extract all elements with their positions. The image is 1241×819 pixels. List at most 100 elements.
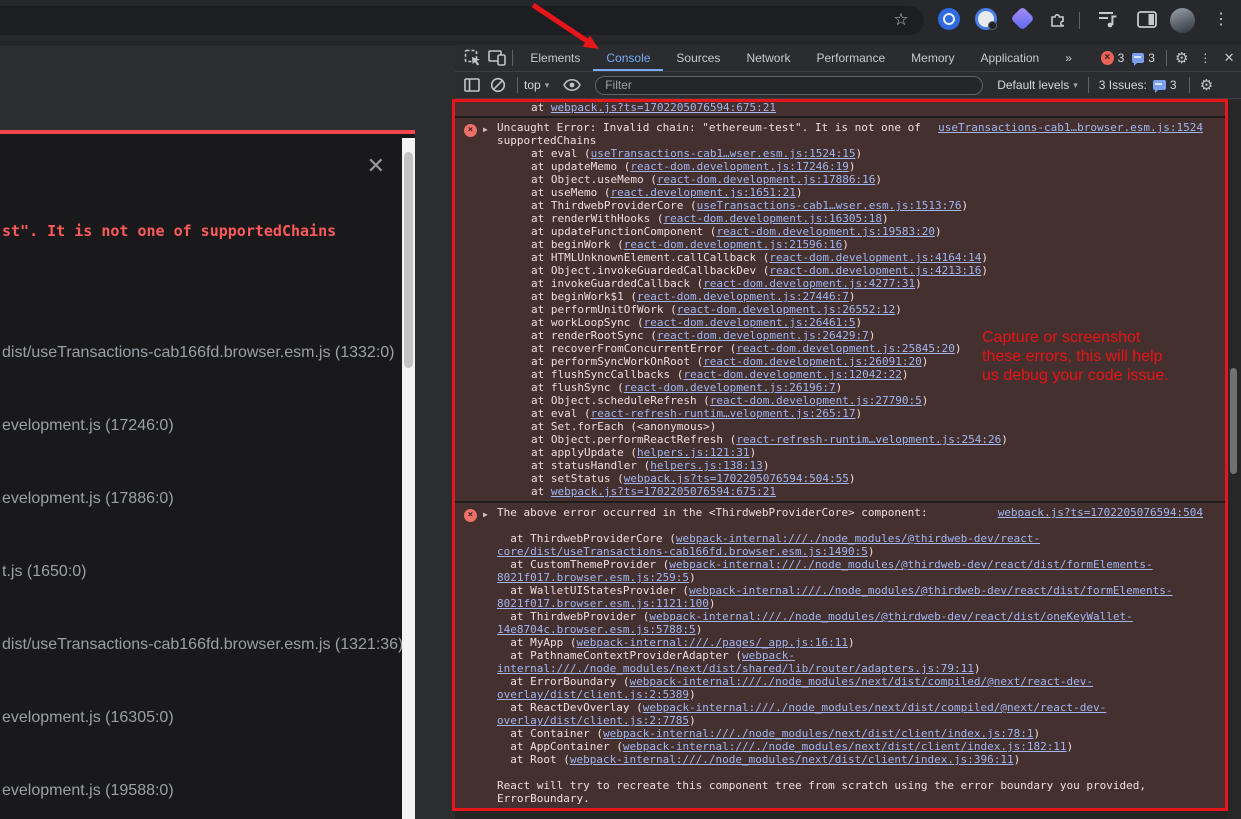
stack-frame-link[interactable]: react-dom.development.js:26461:5 (644, 316, 856, 329)
stack-frame-link[interactable]: react-dom.development.js:12042:22 (683, 368, 902, 381)
console-stack-line: at webpack.js?ts=1702205076594:675:21 (497, 101, 1203, 114)
expand-triangle-icon[interactable]: ▶ (483, 123, 488, 136)
stack-frame-link[interactable]: react-dom.development.js:26429:7 (657, 329, 869, 342)
console-error-group-1: × ▶ useTransactions-cab1…browser.esm.js:… (455, 116, 1241, 501)
more-tabs-chevron[interactable]: » (1052, 45, 1085, 71)
devtools-tab-application[interactable]: Application (968, 45, 1053, 71)
devtools-tab-sources[interactable]: Sources (663, 45, 733, 71)
inspect-element-icon[interactable] (461, 45, 485, 71)
overlay-scrollbar-thumb[interactable] (404, 152, 413, 368)
stack-frame-link[interactable]: react-dom.development.js:27790:5 (710, 394, 922, 407)
source-location-link[interactable]: useTransactions-cab1…browser.esm.js:1524 (938, 121, 1203, 134)
media-controls-icon[interactable] (1098, 11, 1118, 29)
stack-frame-link[interactable]: react-dom.development.js:26196:7 (624, 381, 836, 394)
stack-frame-link[interactable]: react-dom.development.js:27446:7 (637, 290, 849, 303)
console-stack-line: at invokeGuardedCallback (react-dom.deve… (497, 277, 1203, 290)
stack-frame-link[interactable]: react.development.js:1651:21 (610, 186, 795, 199)
stack-frame-link[interactable]: webpack-internal:///./node_modules/next/… (623, 740, 1067, 753)
console-stack-line: ErrorBoundary. (497, 792, 1203, 805)
device-toolbar-icon[interactable] (485, 45, 509, 71)
log-levels-selector[interactable]: Default levels (997, 78, 1069, 92)
stack-frame-link[interactable]: useTransactions-cab1…wser.esm.js:1524:15 (591, 147, 856, 160)
error-count-badge-icon[interactable]: × (1101, 51, 1114, 65)
devtools-tab-performance[interactable]: Performance (803, 45, 898, 71)
console-stack-line: at eval (react-refresh-runtim…velopment.… (497, 407, 1203, 420)
stack-frame-link[interactable]: react-dom.development.js:26552:12 (677, 303, 896, 316)
console-stack-line: at PathnameContextProviderAdapter (webpa… (497, 649, 1203, 675)
stack-frame-link[interactable]: react-dom.development.js:4277:31 (703, 277, 915, 290)
issues-bubble-icon[interactable] (1132, 53, 1144, 63)
extension-browser-icon[interactable] (975, 8, 997, 30)
console-sidebar-icon[interactable] (459, 72, 485, 98)
stack-frame-link[interactable]: react-dom.development.js:25845:20 (736, 342, 955, 355)
devtools-tab-memory[interactable]: Memory (898, 45, 967, 71)
overlay-close-icon[interactable]: ✕ (367, 155, 385, 177)
console-stack-line: at applyUpdate (helpers.js:121:31) (497, 446, 1203, 459)
live-expression-eye-icon[interactable] (559, 72, 585, 98)
profile-avatar[interactable] (1170, 8, 1195, 33)
overlay-scrollbar-track[interactable] (402, 138, 415, 819)
webpage-background: ✕ st". It is not one of supportedChains … (0, 41, 455, 819)
devtools-settings-gear-icon[interactable]: ⚙ (1170, 45, 1194, 71)
bookmark-star-icon[interactable]: ☆ (892, 11, 910, 29)
stack-frame-link[interactable]: react-refresh-runtim…velopment.js:254:26 (736, 433, 1001, 446)
console-stack-line: at updateFunctionComponent (react-dom.de… (497, 225, 1203, 238)
stack-frame-link[interactable]: webpack-internal:///./node_modules/@thir… (497, 558, 1153, 584)
stack-frame-link[interactable]: helpers.js:121:31 (637, 446, 750, 459)
source-location-link[interactable]: webpack.js?ts=1702205076594:504 (998, 506, 1203, 519)
stack-frame-link[interactable]: react-dom.development.js:26091:20 (703, 355, 922, 368)
console-stack-line: at HTMLUnknownElement.callCallback (reac… (497, 251, 1203, 264)
toolbar-separator (1079, 12, 1080, 29)
devtools-tab-console[interactable]: Console (593, 45, 663, 71)
stack-frame-link[interactable]: webpack-internal:///./node_modules/next/… (497, 649, 974, 675)
expand-triangle-icon-2[interactable]: ▶ (483, 508, 488, 521)
stack-frame-link[interactable]: react-dom.development.js:17886:16 (657, 173, 876, 186)
extension-wallet-icon[interactable] (1010, 6, 1034, 30)
devtools-scrollbar-track[interactable] (1227, 99, 1241, 819)
stack-frame-link[interactable]: webpack-internal:///./node_modules/next/… (497, 701, 1106, 727)
console-stack-line: at performUnitOfWork (react-dom.developm… (497, 303, 1203, 316)
devtools-scrollbar-thumb[interactable] (1230, 368, 1237, 474)
stack-frame-link[interactable]: useTransactions-cab1…wser.esm.js:1513:76 (697, 199, 962, 212)
extensions-puzzle-icon[interactable] (1048, 9, 1068, 29)
stack-frame-link[interactable]: react-dom.development.js:17246:19 (630, 160, 849, 173)
stack-frame-link[interactable]: webpack-internal:///./node_modules/next/… (570, 753, 1014, 766)
console-stack-line: at updateMemo (react-dom.development.js:… (497, 160, 1203, 173)
stack-frame-link[interactable]: react-dom.development.js:16305:18 (663, 212, 882, 225)
console-filter-input[interactable] (595, 76, 983, 95)
devtools-tab-network[interactable]: Network (733, 45, 803, 71)
stack-frame-link[interactable]: webpack.js?ts=1702205076594:675:21 (551, 485, 776, 498)
stack-frame-link[interactable]: react-dom.development.js:4164:14 (769, 251, 981, 264)
console-settings-gear-icon[interactable]: ⚙ (1194, 72, 1220, 98)
console-message-line: webpack.js?ts=1702205076594:504The above… (497, 506, 1203, 519)
stack-frame-link[interactable]: webpack.js?ts=1702205076594:504:55 (624, 472, 849, 485)
stack-frame-link[interactable]: react-dom.development.js:21596:16 (624, 238, 843, 251)
stack-frame-link[interactable]: webpack.js?ts=1702205076594:675:21 (551, 101, 776, 114)
console-blank-line (497, 519, 1203, 532)
console-stack-line: at Object.invokeGuardedCallbackDev (reac… (497, 264, 1203, 277)
side-panel-icon[interactable] (1137, 11, 1157, 28)
stack-frame-link[interactable]: webpack-internal:///./pages/_app.js:16:1… (576, 636, 848, 649)
clear-console-icon[interactable] (485, 72, 511, 98)
stack-frame-link[interactable]: react-dom.development.js:19583:20 (716, 225, 935, 238)
browser-menu-kebab-icon[interactable]: ⋮ (1213, 8, 1223, 32)
issues-label[interactable]: 3 Issues: (1099, 78, 1147, 92)
devtools-close-icon[interactable]: ✕ (1217, 45, 1241, 71)
stack-frame-link[interactable]: react-refresh-runtim…velopment.js:265:17 (591, 407, 856, 420)
devtools-tab-elements[interactable]: Elements (517, 45, 593, 71)
console-stack-line: at ThirdwebProviderCore (useTransactions… (497, 199, 1203, 212)
stack-frame-link[interactable]: webpack-internal:///./node_modules/next/… (603, 727, 1033, 740)
stack-frame-link[interactable]: react-dom.development.js:4213:16 (769, 264, 981, 277)
address-bar[interactable]: ☆ (0, 6, 924, 35)
console-error-group-2: × ▶ webpack.js?ts=1702205076594:504The a… (455, 501, 1241, 808)
stack-frame-link[interactable]: webpack-internal:///./node_modules/@thir… (497, 610, 1133, 636)
context-selector[interactable]: top (524, 78, 541, 92)
stack-frame-link[interactable]: helpers.js:138:13 (650, 459, 763, 472)
toolbar-separator-5 (1189, 77, 1190, 93)
extension-password-manager-icon[interactable] (938, 8, 960, 30)
devtools-kebab-menu-icon[interactable]: ⋮ (1194, 45, 1218, 71)
console-stack-line: at MyApp (webpack-internal:///./pages/_a… (497, 636, 1203, 649)
stack-frame-link[interactable]: webpack-internal:///./node_modules/@thir… (497, 532, 1040, 558)
stack-frame-link[interactable]: webpack-internal:///./node_modules/next/… (497, 675, 1093, 701)
stack-frame-link[interactable]: webpack-internal:///./node_modules/@thir… (497, 584, 1173, 610)
